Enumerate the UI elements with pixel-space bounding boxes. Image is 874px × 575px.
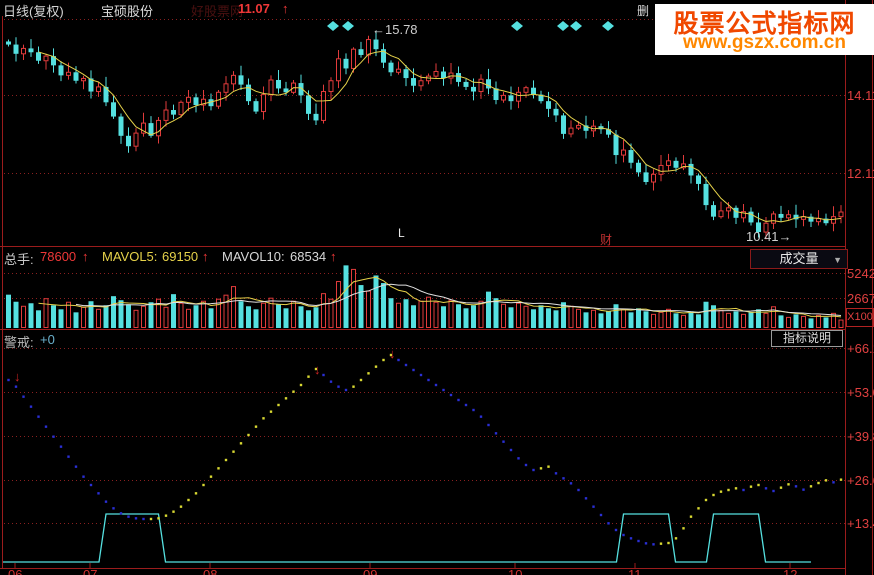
alert-signal-line xyxy=(2,513,811,563)
watermark-url: www.gszx.com.cn xyxy=(683,32,846,53)
indicator-axis-label: +26.6 xyxy=(847,473,874,488)
site-watermark: 股票公式指标网 www.gszx.com.cn xyxy=(655,4,874,55)
indicator-axis-label: +66.1 xyxy=(847,341,874,356)
time-axis-label: 08 xyxy=(203,567,218,575)
last-price: 11.07 xyxy=(238,1,270,16)
volume-label: 总手: xyxy=(4,252,34,267)
up-arrow-icon: ↑ xyxy=(330,249,337,264)
trading-app-window: ↓ ↓ ↓ 日线(复权) 宝硕股份 好股票网 11.07 ↑ 删 股票公式指标网 w… xyxy=(0,0,874,575)
stock-name[interactable]: 宝硕股份 xyxy=(101,1,153,20)
mavol5-label: MAVOL5: xyxy=(102,249,158,264)
up-arrow-icon: ↑ xyxy=(202,249,209,264)
price-up-arrow-icon: ↑ xyxy=(282,1,289,16)
peak-price-annotation: ←15.78 xyxy=(372,22,418,37)
time-axis-label: 07 xyxy=(83,567,98,575)
indicator-name: 警戒: xyxy=(4,335,34,350)
volume-axis-label: 5242 xyxy=(847,266,874,281)
svg-text:↓: ↓ xyxy=(389,346,396,361)
price-axis-label: 14.11 xyxy=(847,88,874,103)
volume-axis-label: 2667 xyxy=(847,291,874,306)
indicator-help-button[interactable]: 指标说明 xyxy=(771,330,843,347)
indicator-axis-label: +39.8 xyxy=(847,429,874,444)
candlestick-series xyxy=(6,30,844,240)
sell-signal-arrows: ↓ ↓ ↓ xyxy=(14,346,396,384)
chevron-down-icon: ▼ xyxy=(833,255,842,265)
faint-watermark: 好股票网 xyxy=(191,4,244,19)
pane-borders xyxy=(0,0,873,575)
time-axis-ticks xyxy=(14,563,791,568)
diamond-markers xyxy=(327,21,614,31)
time-axis-label: 11 xyxy=(628,567,642,575)
price-axis-label: 12.11 xyxy=(847,166,874,181)
gridlines xyxy=(4,19,845,524)
trough-price-annotation: 10.41→ xyxy=(746,229,792,244)
indicator-axis-label: +13.4 xyxy=(847,516,874,531)
mavol5-value: 69150 xyxy=(162,249,199,264)
svg-text:↓: ↓ xyxy=(314,362,321,377)
time-axis-label: 06 xyxy=(8,567,23,575)
time-axis-label: 09 xyxy=(363,567,378,575)
time-axis-label: 12 xyxy=(783,567,798,575)
volume-value: 78600 xyxy=(40,249,77,264)
svg-text:↓: ↓ xyxy=(14,369,21,384)
indicator-dot-series xyxy=(7,353,843,546)
mavol10-value: 68534 xyxy=(290,249,327,264)
stray-mark-l: L xyxy=(398,226,405,240)
volume-bar-series xyxy=(6,265,844,329)
indicator-axis-label: +53.0 xyxy=(847,385,874,400)
period-label[interactable]: 日线(复权) xyxy=(3,1,64,20)
indicator-select-dropdown[interactable]: 成交量 ▼ xyxy=(750,249,848,269)
stray-character: 删 xyxy=(637,4,650,18)
dropdown-label: 成交量 xyxy=(779,251,819,266)
stray-mark-cai: 财 xyxy=(600,233,613,247)
chart-canvas[interactable]: ↓ ↓ ↓ xyxy=(0,0,874,575)
time-axis-label: 10 xyxy=(508,567,523,575)
volume-unit-box: X100 xyxy=(846,308,874,327)
up-arrow-icon: ↑ xyxy=(82,249,89,264)
indicator-value: +0 xyxy=(40,332,55,347)
mavol10-label: MAVOL10: xyxy=(222,249,285,264)
